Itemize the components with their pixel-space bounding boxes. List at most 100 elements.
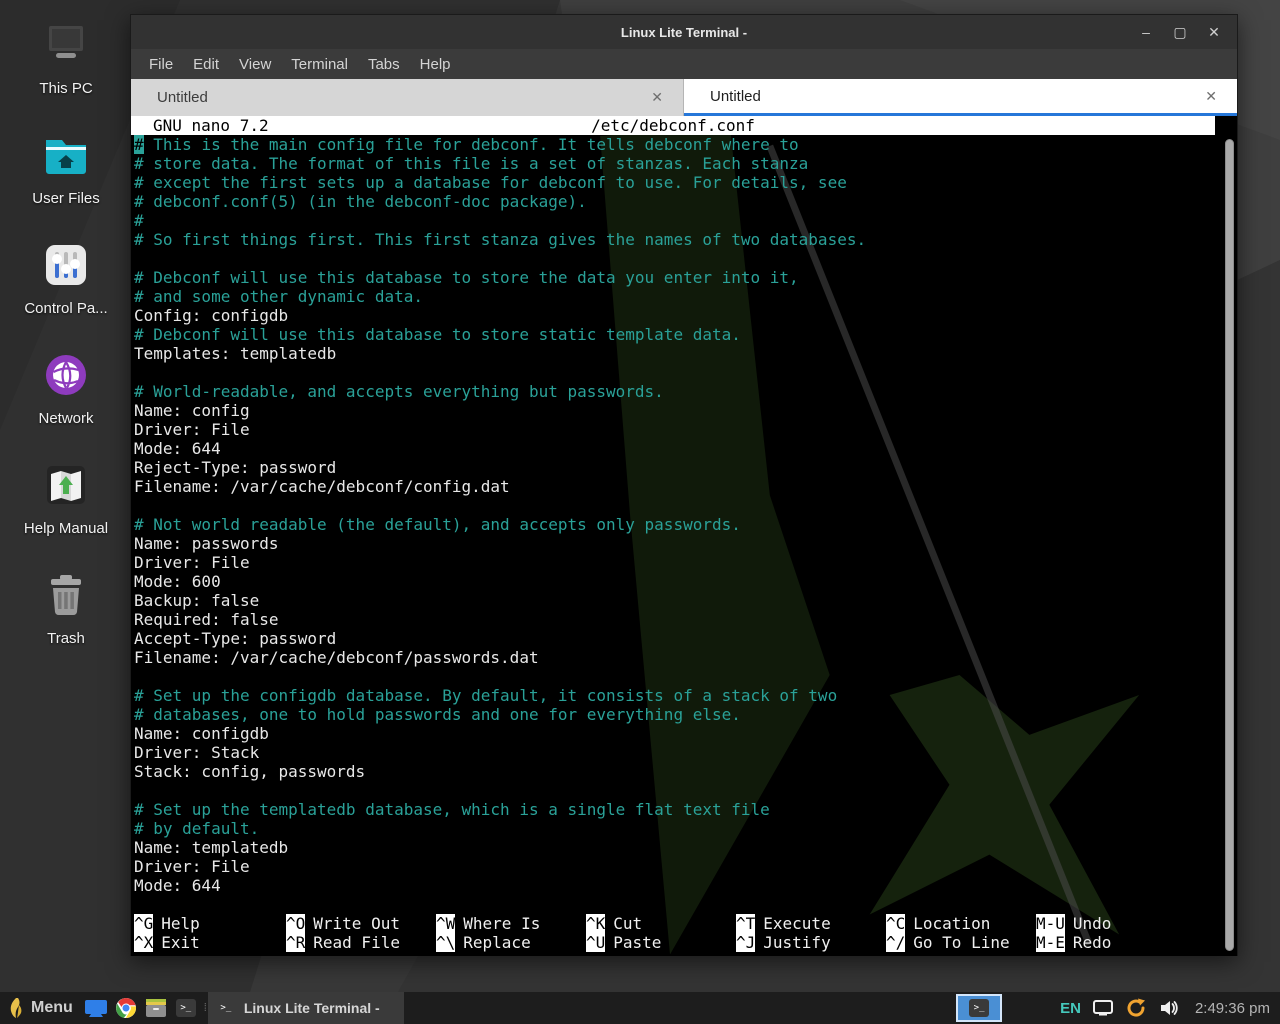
desktop-icon-label: Control Pa...	[24, 300, 107, 317]
desktop-icon-this-pc[interactable]: This PC	[0, 18, 132, 128]
terminal-line: # store data. The format of this file is…	[134, 154, 1237, 173]
terminal-line	[134, 781, 1237, 800]
terminal-icon: >_	[176, 999, 196, 1017]
tab-untitled-2[interactable]: Untitled ✕	[684, 79, 1237, 116]
file-cabinet-icon	[144, 998, 168, 1018]
shortcut-label: Exit	[161, 933, 200, 952]
start-menu-button[interactable]: Menu	[0, 992, 81, 1024]
terminal-window: Linux Lite Terminal - – ▢ ✕ File Edit Vi…	[130, 14, 1238, 956]
shortcut-key: ^K	[586, 914, 605, 933]
nano-shortcut: M-U Undo	[1036, 914, 1237, 933]
shortcut-label: Where Is	[463, 914, 540, 933]
show-desktop-launcher[interactable]	[81, 992, 111, 1024]
chrome-icon	[115, 997, 137, 1019]
display-tray-button[interactable]	[1087, 992, 1119, 1024]
volume-button[interactable]	[1153, 992, 1185, 1024]
shortcut-key: ^C	[886, 914, 905, 933]
terminal-lines: # This is the main config file for debco…	[131, 135, 1237, 895]
terminal-line: Config: configdb	[134, 306, 1237, 325]
shortcut-key: M-U	[1036, 914, 1065, 933]
nano-shortcut-bar: ^GHelp^OWrite Out^WWhere Is^KCut^TExecut…	[131, 914, 1237, 956]
terminal-content[interactable]: GNU nano 7.2 /etc/debconf.conf # This is…	[131, 116, 1237, 956]
speaker-icon	[1159, 999, 1179, 1017]
tab-strip: Untitled ✕ Untitled ✕	[131, 79, 1237, 116]
taskbar-separator: ⁞	[204, 1002, 205, 1014]
terminal-line: # Set up the templatedb database, which …	[134, 800, 1237, 819]
shortcut-row-2: ^X Exit ^R Read File ^\Replace^UPaste^JJusti…	[134, 933, 1237, 952]
terminal-line: Accept-Type: password	[134, 629, 1237, 648]
desktop-icon-control-panel[interactable]: Control Pa...	[0, 238, 132, 348]
chrome-launcher[interactable]	[111, 992, 141, 1024]
desktop-icon-network[interactable]: Network	[0, 348, 132, 458]
update-refresh-icon	[1125, 997, 1147, 1019]
tray-terminal-button[interactable]: >_	[956, 994, 1002, 1022]
shortcut-key: M-E	[1036, 933, 1065, 952]
terminal-line: # So first things first. This first stan…	[134, 230, 1237, 249]
shortcut-label: Cut	[613, 914, 642, 933]
terminal-line: Mode: 644	[134, 439, 1237, 458]
nano-shortcut: ^R Read File	[286, 933, 436, 952]
menu-tabs[interactable]: Tabs	[358, 52, 410, 77]
nano-shortcut: ^UPaste	[586, 933, 736, 952]
shortcut-key: ^T	[736, 914, 755, 933]
nano-shortcut: ^GHelp	[134, 914, 286, 933]
terminal-line: Name: templatedb	[134, 838, 1237, 857]
terminal-line	[134, 363, 1237, 382]
nano-shortcut: ^JJustify	[736, 933, 886, 952]
terminal-line: # Set up the configdb database. By defau…	[134, 686, 1237, 705]
terminal-line	[134, 496, 1237, 515]
desktop-icon-trash[interactable]: Trash	[0, 568, 132, 678]
language-label: EN	[1060, 1000, 1081, 1017]
menu-edit[interactable]: Edit	[183, 52, 229, 77]
desktop: This PC User Files	[0, 0, 1280, 1024]
taskbar-clock[interactable]: 2:49:36 pm	[1185, 1000, 1280, 1017]
terminal-line: # This is the main config file for debco…	[134, 135, 1237, 154]
terminal-line: Filename: /var/cache/debconf/config.dat	[134, 477, 1237, 496]
window-menubar: File Edit View Terminal Tabs Help	[131, 49, 1237, 79]
shortcut-key: ^/	[886, 933, 905, 952]
tab-close-icon[interactable]: ✕	[1205, 88, 1217, 105]
menu-view[interactable]: View	[229, 52, 281, 77]
nano-filename: /etc/debconf.conf	[131, 116, 1215, 135]
window-titlebar[interactable]: Linux Lite Terminal - – ▢ ✕	[131, 15, 1237, 49]
shortcut-key: ^G	[134, 914, 153, 933]
nano-shortcut: ^CLocation	[886, 914, 1036, 933]
folder-home-icon	[39, 128, 93, 182]
terminal-line: # Debconf will use this database to stor…	[134, 268, 1237, 287]
nano-shortcut: M-ERedo	[1036, 933, 1237, 952]
shortcut-label: Go To Line	[913, 933, 1009, 952]
shortcut-key: ^R	[286, 933, 305, 952]
globe-icon	[39, 348, 93, 402]
terminal-line: # by default.	[134, 819, 1237, 838]
menu-help[interactable]: Help	[410, 52, 461, 77]
nano-shortcut: ^\Replace	[436, 933, 586, 952]
menu-file[interactable]: File	[139, 52, 183, 77]
text-cursor: #	[134, 135, 144, 154]
window-title: Linux Lite Terminal -	[131, 25, 1237, 40]
shortcut-label: Execute	[763, 914, 830, 933]
terminal-launcher[interactable]: >_	[171, 992, 201, 1024]
tab-untitled-1[interactable]: Untitled ✕	[131, 79, 684, 116]
keyboard-layout-indicator[interactable]: EN	[1054, 992, 1087, 1024]
terminal-scrollbar-thumb[interactable]	[1225, 139, 1234, 951]
update-manager-button[interactable]	[1119, 992, 1153, 1024]
sliders-icon	[39, 238, 93, 292]
terminal-line	[134, 249, 1237, 268]
nano-shortcut: ^T Execute	[736, 914, 886, 933]
file-manager-launcher[interactable]	[141, 992, 171, 1024]
minimize-button[interactable]: –	[1133, 21, 1159, 43]
nano-shortcut: ^/ Go To Line	[886, 933, 1036, 952]
display-icon	[1093, 1000, 1113, 1016]
maximize-button[interactable]: ▢	[1167, 21, 1193, 43]
desktop-icon-help-manual[interactable]: Help Manual	[0, 458, 132, 568]
close-button[interactable]: ✕	[1201, 21, 1227, 43]
shortcut-label: Undo	[1073, 914, 1112, 933]
tab-close-icon[interactable]: ✕	[651, 89, 663, 106]
desktop-icon-user-files[interactable]: User Files	[0, 128, 132, 238]
shortcut-label: Read File	[313, 933, 400, 952]
taskbar-window-button[interactable]: >_ Linux Lite Terminal -	[208, 992, 404, 1024]
shortcut-key: ^X	[134, 933, 153, 952]
linux-lite-logo-icon	[8, 997, 24, 1019]
menu-terminal[interactable]: Terminal	[281, 52, 358, 77]
desktop-icon-label: Network	[38, 410, 93, 427]
